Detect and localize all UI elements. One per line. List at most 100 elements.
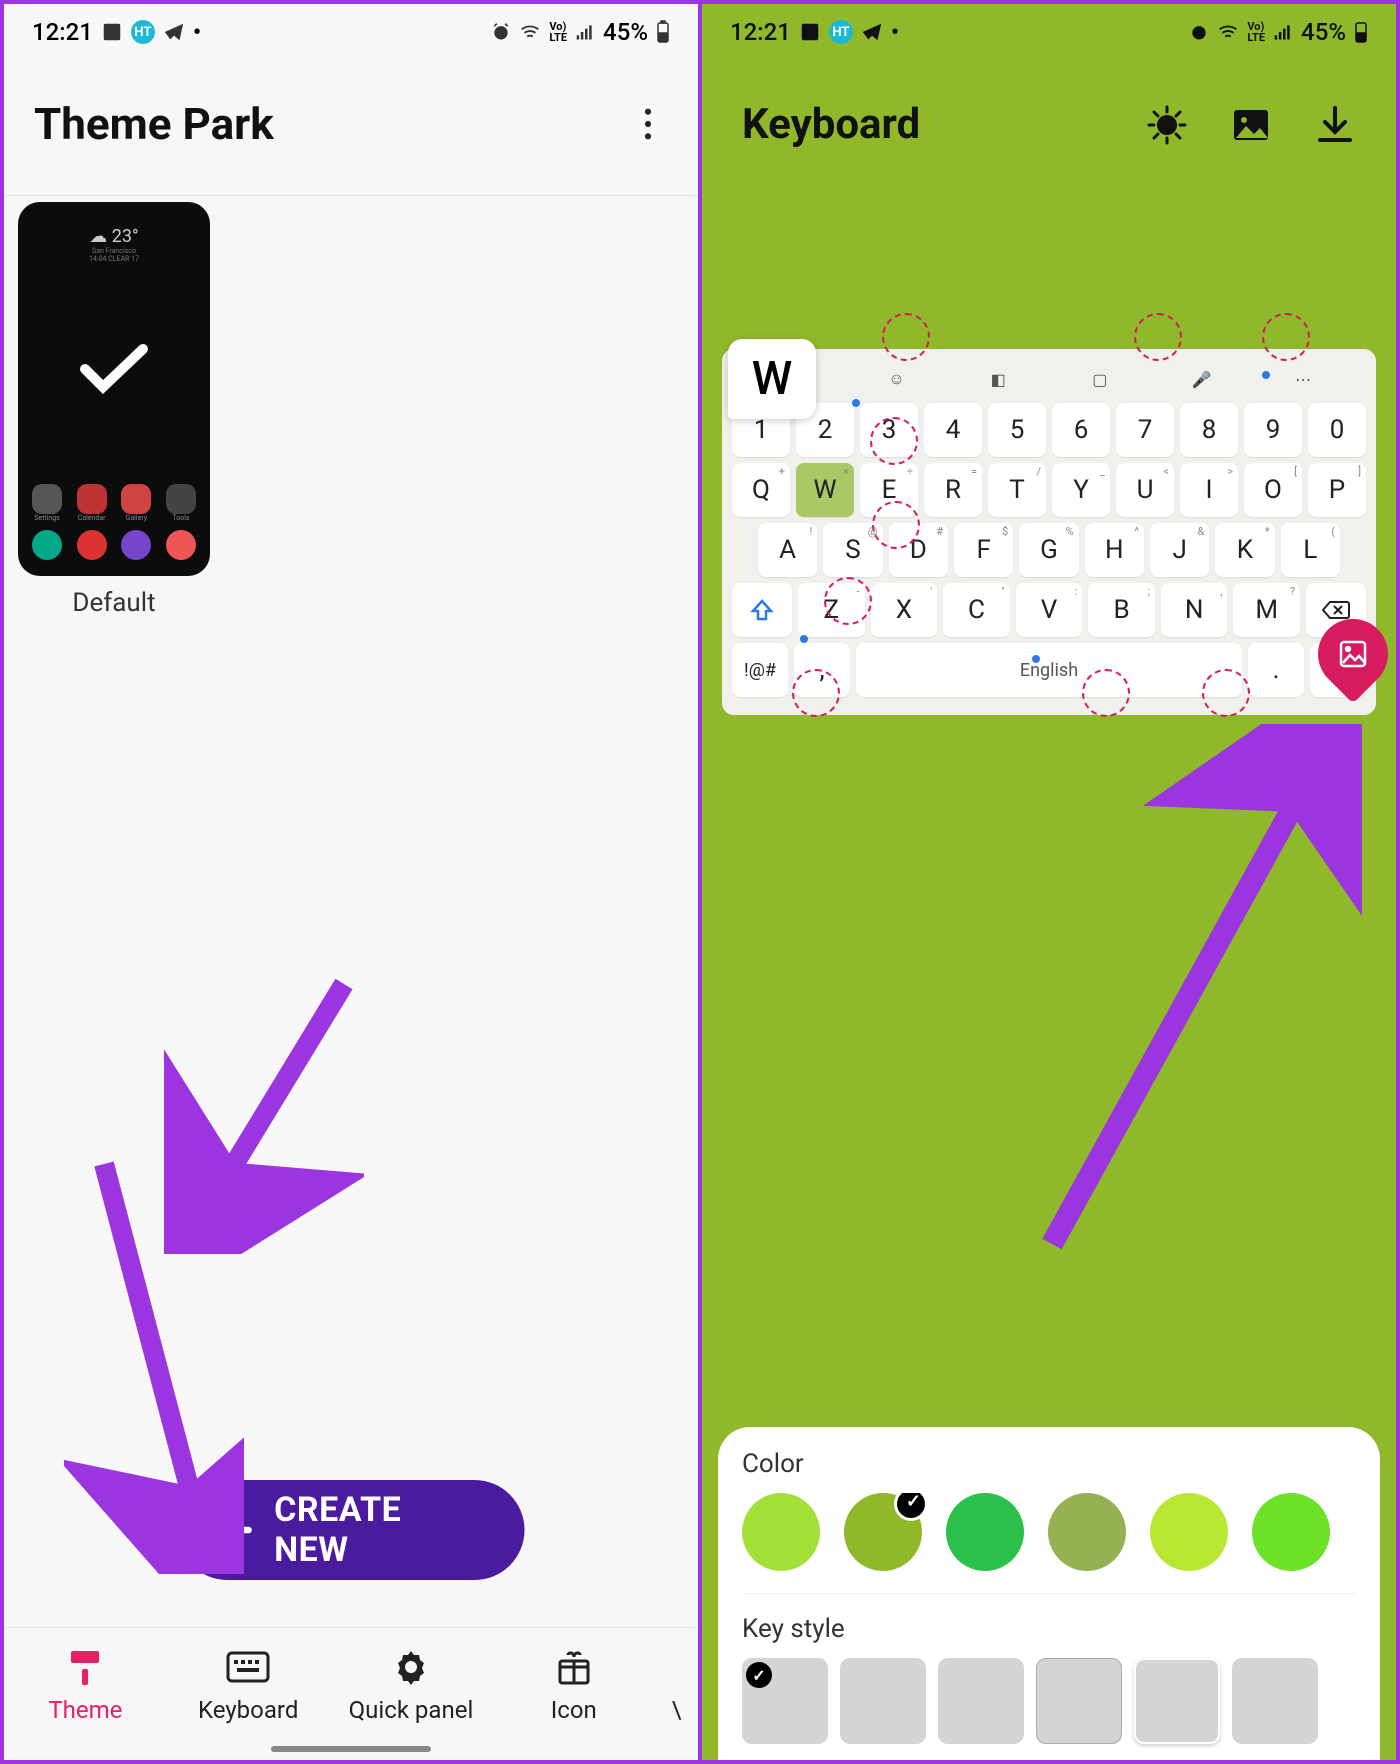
keystyle-6[interactable] [1232, 1658, 1318, 1744]
alarm-icon [491, 22, 511, 42]
color-swatch-2[interactable] [946, 1493, 1024, 1571]
battery-icon [656, 20, 670, 44]
key-4: 4 [924, 403, 982, 457]
annotation-arrow-1 [164, 974, 364, 1254]
key-C: C" [943, 583, 1010, 637]
status-time: 12:21 [730, 18, 791, 46]
wifi-icon [1217, 21, 1239, 43]
bottom-sheet: Color Key style [718, 1427, 1380, 1760]
color-swatch-0[interactable] [742, 1493, 820, 1571]
keyboard-icon [225, 1646, 271, 1688]
battery-pct: 45% [603, 18, 648, 46]
page-title: Keyboard [742, 100, 920, 149]
key-3: 3 [860, 403, 918, 457]
paint-roller-icon [62, 1646, 108, 1688]
color-label: Color [742, 1449, 1356, 1479]
nav-icon[interactable]: Icon [499, 1646, 649, 1724]
weather-widget: ☁ 23°San Francisco14:04 CLEAR 17 [32, 226, 196, 263]
download-icon[interactable] [1314, 104, 1356, 146]
create-label: CREATE NEW [274, 1490, 468, 1570]
brightness-icon[interactable] [1146, 104, 1188, 146]
key-N: N, [1161, 583, 1228, 637]
ht-icon: HT [829, 20, 853, 44]
toolbar-clipboard-icon: ▢ [1086, 365, 1114, 393]
dot-icon: • [891, 18, 899, 46]
gesture-bar [271, 1746, 431, 1752]
status-bar: 12:21 HT • Vo)LTE 45% [4, 4, 698, 60]
signal-icon [1273, 22, 1293, 42]
image-icon[interactable] [1230, 104, 1272, 146]
key-8: 8 [1180, 403, 1238, 457]
key-Z: Z- [798, 583, 865, 637]
key-U: U< [1116, 463, 1174, 517]
key-I: I> [1180, 463, 1238, 517]
volte-icon: Vo)LTE [1247, 21, 1265, 43]
key-G: G% [1019, 523, 1078, 577]
gift-icon [551, 1646, 597, 1688]
nav-quick-panel[interactable]: Quick panel [336, 1646, 486, 1724]
dot-icon: • [193, 18, 201, 46]
color-swatch-4[interactable] [1150, 1493, 1228, 1571]
toolbar-emoji-icon: ☺ [882, 365, 910, 393]
key-M: M? [1233, 583, 1300, 637]
key-W: W× [796, 463, 854, 517]
key-J: J& [1150, 523, 1209, 577]
key-Q: Q+ [732, 463, 790, 517]
key-D: D# [889, 523, 948, 577]
nav-theme[interactable]: Theme [10, 1646, 160, 1724]
key-L: L( [1281, 523, 1340, 577]
wifi-icon [519, 21, 541, 43]
gallery-icon [799, 21, 821, 43]
annotation-arrow-3 [1022, 724, 1362, 1264]
color-swatch-1[interactable] [844, 1493, 922, 1571]
period-key: . [1248, 643, 1304, 697]
theme-thumbnail-default[interactable]: ☁ 23°San Francisco14:04 CLEAR 17 Setting… [18, 202, 210, 576]
toolbar-more-icon: ⋯ [1289, 365, 1317, 393]
color-swatch-5[interactable] [1252, 1493, 1330, 1571]
bottom-nav: Theme Keyboard Quick panel Icon \ [4, 1627, 698, 1760]
key-T: T/ [988, 463, 1046, 517]
key-6: 6 [1052, 403, 1110, 457]
status-bar: 12:21 HT • Vo)LTE 45% [702, 4, 1396, 60]
telegram-icon [163, 21, 185, 43]
keystyle-label: Key style [742, 1614, 1356, 1644]
key-X: X' [871, 583, 938, 637]
key-O: O[ [1244, 463, 1302, 517]
toolbar-mic-icon: 🎤 [1187, 365, 1215, 393]
key-F: F$ [954, 523, 1013, 577]
space-key: English [856, 643, 1242, 697]
nav-keyboard[interactable]: Keyboard [173, 1646, 323, 1724]
battery-icon [1354, 20, 1368, 44]
keystyle-4[interactable] [1036, 1658, 1122, 1744]
ht-icon: HT [131, 20, 155, 44]
create-new-button[interactable]: CREATE NEW [178, 1480, 525, 1580]
key-0: 0 [1308, 403, 1366, 457]
key-5: 5 [988, 403, 1046, 457]
alarm-icon [1189, 22, 1209, 42]
signal-icon [575, 22, 595, 42]
key-A: A! [758, 523, 817, 577]
key-H: H^ [1085, 523, 1144, 577]
battery-pct: 45% [1301, 18, 1346, 46]
keystyle-3[interactable] [938, 1658, 1024, 1744]
keystyle-flat[interactable] [742, 1658, 828, 1744]
keystyle-2[interactable] [840, 1658, 926, 1744]
keyboard-preview[interactable]: W ⚙ ☺ ◧ ▢ 🎤 ⋯ 1234567890 Q+W×E÷R=T/Y_U<I… [722, 349, 1376, 715]
key-P: P] [1308, 463, 1366, 517]
keystyle-5[interactable] [1134, 1658, 1220, 1744]
key-S: S@ [823, 523, 882, 577]
key-B: B; [1088, 583, 1155, 637]
symbols-key: !@# [732, 643, 788, 697]
gear-icon [388, 1646, 434, 1688]
nav-more[interactable]: \ [662, 1646, 692, 1724]
comma-key: , [794, 643, 850, 697]
key-9: 9 [1244, 403, 1302, 457]
volte-icon: Vo)LTE [549, 21, 567, 43]
toolbar-sticker-icon: ◧ [984, 365, 1012, 393]
color-swatch-3[interactable] [1048, 1493, 1126, 1571]
telegram-icon [861, 21, 883, 43]
more-button[interactable] [628, 104, 668, 144]
key-R: R= [924, 463, 982, 517]
gallery-icon [101, 21, 123, 43]
checkmark-icon [77, 341, 151, 401]
